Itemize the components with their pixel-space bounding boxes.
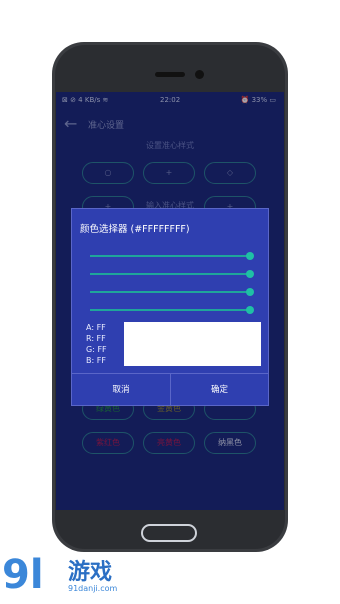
- home-button[interactable]: [141, 524, 197, 542]
- green-slider-thumb[interactable]: [246, 288, 254, 296]
- site-watermark: 9l 游戏 91danji.com: [2, 548, 162, 604]
- green-slider-track[interactable]: [90, 291, 250, 293]
- dialog-title: 颜色选择器 (#FFFFFFFF): [80, 224, 190, 235]
- phone-camera: [195, 70, 204, 79]
- red-value: R: FF: [86, 334, 106, 343]
- red-slider-track[interactable]: [90, 273, 250, 275]
- dialog-button-row: 取消 确定: [72, 373, 268, 406]
- watermark-url: 91danji.com: [68, 584, 118, 593]
- phone-speaker: [155, 72, 185, 77]
- red-slider-thumb[interactable]: [246, 270, 254, 278]
- alpha-slider-track[interactable]: [90, 255, 250, 257]
- blue-slider-track[interactable]: [90, 309, 250, 311]
- watermark-logo-number: 9l: [2, 552, 44, 598]
- green-value: G: FF: [86, 345, 107, 354]
- blue-slider-thumb[interactable]: [246, 306, 254, 314]
- color-picker-dialog: 颜色选择器 (#FFFFFFFF) A: FF R: FF G: FF B: F…: [72, 209, 268, 406]
- alpha-value: A: FF: [86, 323, 106, 332]
- color-preview-swatch: [124, 322, 261, 366]
- ok-button[interactable]: 确定: [171, 374, 268, 406]
- cancel-button[interactable]: 取消: [72, 374, 170, 406]
- alpha-slider-thumb[interactable]: [246, 252, 254, 260]
- blue-value: B: FF: [86, 356, 106, 365]
- watermark-logo-text: 游戏: [68, 560, 113, 585]
